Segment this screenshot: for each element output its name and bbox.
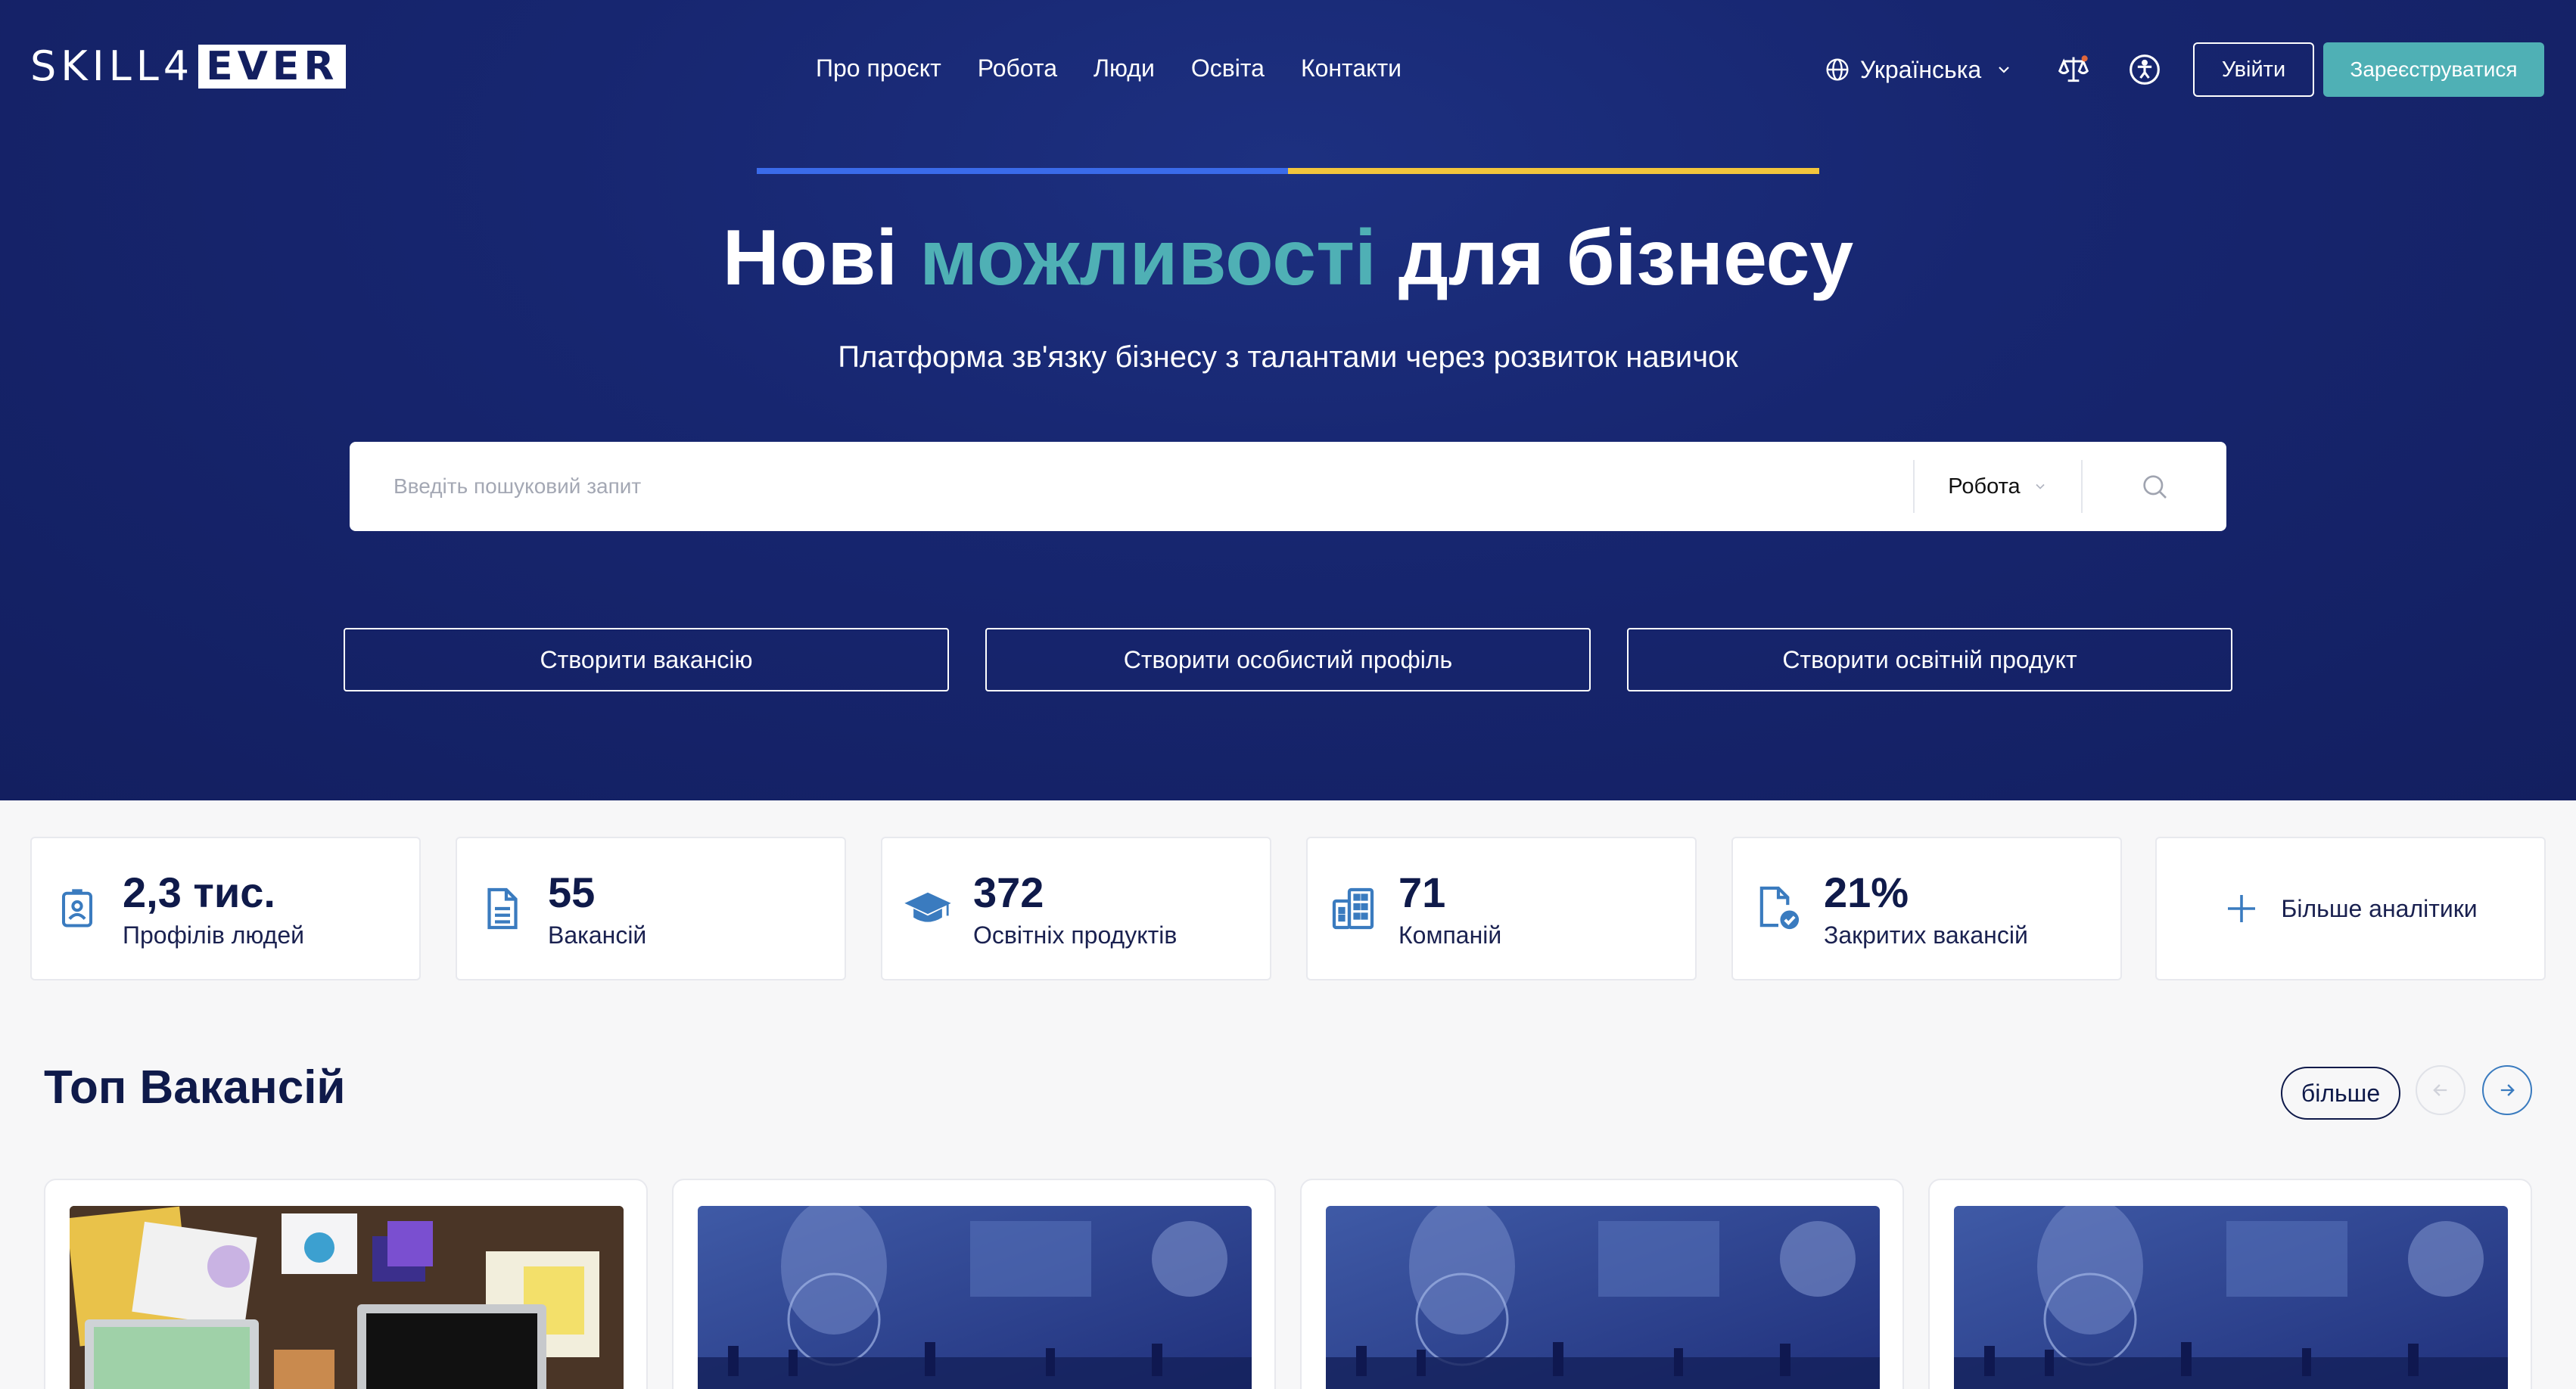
nav-work[interactable]: Робота: [978, 54, 1057, 82]
stat-companies[interactable]: 71 Компаній: [1306, 837, 1697, 980]
vacancy-image: [1326, 1206, 1880, 1389]
search-category-label: Робота: [1948, 474, 2021, 499]
vacancy-card[interactable]: [44, 1179, 648, 1389]
vacancy-image: [1954, 1206, 2508, 1389]
stat-value: 55: [548, 868, 596, 916]
stat-value: 71: [1398, 868, 1446, 916]
flag-divider: [757, 168, 1819, 174]
hero-title-start: Нові: [722, 214, 920, 302]
register-button[interactable]: Зареєструватися: [2323, 42, 2544, 97]
search-button[interactable]: [2083, 442, 2226, 531]
hero-title: Нові можливості для бізнесу: [0, 209, 2576, 307]
more-analytics-label: Більше аналітики: [2281, 894, 2478, 922]
language-label: Українська: [1860, 55, 1982, 83]
create-edu-product-button[interactable]: Створити освітній продукт: [1627, 628, 2232, 691]
hero-subtitle: Платформа зв'язку бізнесу з талантами че…: [838, 340, 1738, 374]
scales-icon[interactable]: [2057, 53, 2090, 86]
more-analytics-button[interactable]: Більше аналітики: [2155, 837, 2546, 980]
hero-section: SKILL4 EVER Про проєкт Робота Люди Освіт…: [0, 0, 2576, 800]
stat-label: Вакансій: [548, 921, 647, 949]
login-button[interactable]: Увійти: [2193, 42, 2314, 97]
logo-text-left: SKILL4: [30, 42, 194, 90]
vacancy-image: [70, 1206, 624, 1389]
create-vacancy-button[interactable]: Створити вакансію: [344, 628, 949, 691]
hero-title-end: для бізнесу: [1376, 214, 1854, 302]
file-check-icon: [1759, 886, 1800, 930]
vacancy-image: [698, 1206, 1252, 1389]
stat-profiles[interactable]: 2,3 тис. Профілів людей: [30, 837, 421, 980]
search-input[interactable]: [350, 442, 1913, 531]
globe-icon: [1826, 58, 1849, 81]
logo-text-right: EVER: [198, 45, 347, 89]
chevron-down-icon: [1999, 67, 2009, 73]
create-profile-button[interactable]: Створити особистий профіль: [985, 628, 1591, 691]
more-button[interactable]: більше: [2281, 1067, 2400, 1120]
main-nav: Про проєкт Робота Люди Освіта Контакти: [816, 50, 1438, 86]
nav-contacts[interactable]: Контакти: [1301, 54, 1402, 82]
stat-label: Профілів людей: [123, 921, 305, 949]
stat-closed-vacancies[interactable]: 21% Закритих вакансій: [1731, 837, 2122, 980]
carousel-prev-button[interactable]: [2416, 1065, 2466, 1115]
language-selector[interactable]: Українська: [1825, 51, 2024, 88]
site-logo[interactable]: SKILL4 EVER: [30, 42, 347, 91]
nav-about[interactable]: Про проєкт: [816, 54, 941, 82]
arrow-right-icon: [2500, 1084, 2515, 1096]
stat-label: Освітніх продуктів: [973, 921, 1178, 949]
carousel-next-button[interactable]: [2482, 1065, 2532, 1115]
chevron-down-icon: [2036, 483, 2045, 489]
stat-value: 2,3 тис.: [123, 868, 275, 916]
vacancy-card[interactable]: [672, 1179, 1276, 1389]
profile-card-icon: [61, 889, 93, 928]
vacancy-card[interactable]: [1300, 1179, 1904, 1389]
plus-icon: [2228, 895, 2256, 922]
building-icon: [1332, 887, 1374, 930]
flag-divider-blue: [757, 168, 1288, 174]
vacancy-card[interactable]: [1928, 1179, 2532, 1389]
flag-divider-yellow: [1288, 168, 1819, 174]
nav-people[interactable]: Люди: [1094, 54, 1155, 82]
top-vacancies-title: Топ Вакансій: [44, 1061, 346, 1114]
stat-vacancies[interactable]: 55 Вакансій: [456, 837, 846, 980]
graduation-cap-icon: [904, 892, 951, 922]
accessibility-icon[interactable]: [2128, 53, 2161, 86]
search-category-select[interactable]: Робота: [1913, 460, 2083, 513]
stat-value: 21%: [1824, 868, 1909, 916]
search-bar: Робота: [350, 442, 2226, 531]
stat-value: 372: [973, 868, 1044, 916]
stat-label: Компаній: [1398, 921, 1502, 949]
stat-edu-products[interactable]: 372 Освітніх продуктів: [881, 837, 1271, 980]
document-icon: [487, 887, 518, 930]
hero-title-accent: можливості: [919, 214, 1377, 302]
arrow-left-icon: [2433, 1084, 2447, 1096]
search-icon: [2143, 475, 2167, 499]
nav-education[interactable]: Освіта: [1191, 54, 1265, 82]
stat-label: Закритих вакансій: [1824, 921, 2028, 949]
